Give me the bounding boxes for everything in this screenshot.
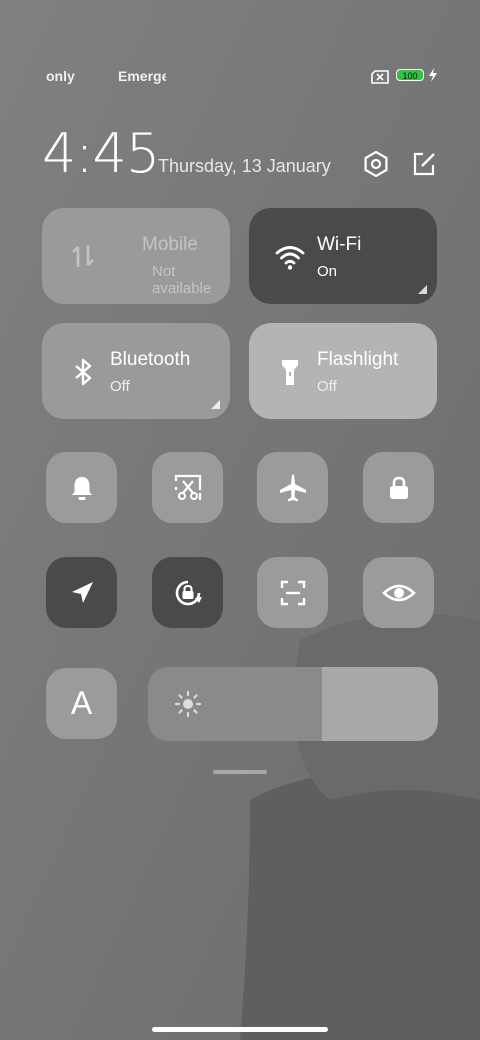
airplane-icon [279,474,306,501]
bell-icon [71,476,92,500]
font-size-label: A [70,685,93,721]
edit-icon[interactable] [410,150,438,178]
flashlight-tile[interactable]: Flashlight Off [249,323,437,419]
status-bar: only Emergency 100 [0,62,480,90]
flashlight-status: Off [317,378,337,395]
sun-icon [174,690,202,718]
expand-corner-icon[interactable] [418,285,427,294]
home-indicator[interactable] [152,1027,328,1032]
bluetooth-icon [75,358,92,386]
bluetooth-label: Bluetooth [110,349,191,370]
location-toggle[interactable] [46,557,117,628]
screen-lock-toggle[interactable] [363,452,434,523]
battery-level: 100 [402,71,418,81]
scanner-toggle[interactable] [257,557,328,628]
wifi-status: On [317,263,338,280]
mobile-data-tile[interactable]: Mobile Not available [42,208,230,304]
carrier-label: only [46,68,75,84]
wifi-tile[interactable]: Wi-Fi On [249,208,437,304]
location-icon [71,581,93,603]
date-label: Thursday, 13 January [158,156,331,176]
wifi-icon [275,246,305,270]
brightness-slider[interactable] [148,667,438,741]
carrier-label-2: Emergency [118,68,166,84]
font-size-toggle[interactable]: A [46,668,117,739]
rotation-lock-icon [175,580,202,605]
wifi-label: Wi-Fi [317,234,362,255]
flashlight-label: Flashlight [317,349,399,370]
rotation-lock-toggle[interactable] [152,557,223,628]
page-indicator [213,770,267,774]
screenshot-icon [174,474,201,500]
expand-corner-icon[interactable] [211,400,220,409]
mobile-data-label: Mobile [142,234,198,255]
mobile-data-status: Not available [152,263,212,297]
bluetooth-tile[interactable]: Bluetooth Off [42,323,230,419]
clock: 4:45 [42,122,160,185]
bluetooth-status: Off [110,378,130,395]
scanner-icon [280,580,305,605]
charging-icon [429,68,437,82]
brightness-fill [322,667,438,741]
screenshot-toggle[interactable] [152,452,223,523]
reading-mode-toggle[interactable] [363,557,434,628]
mobile-data-icon [72,245,94,267]
settings-icon[interactable] [362,150,390,178]
eye-icon [381,584,416,601]
sim-icon [371,70,389,84]
flashlight-icon [282,360,298,385]
lock-icon [389,476,408,499]
ring-toggle[interactable] [46,452,117,523]
battery-icon: 100 [396,69,424,81]
airplane-toggle[interactable] [257,452,328,523]
